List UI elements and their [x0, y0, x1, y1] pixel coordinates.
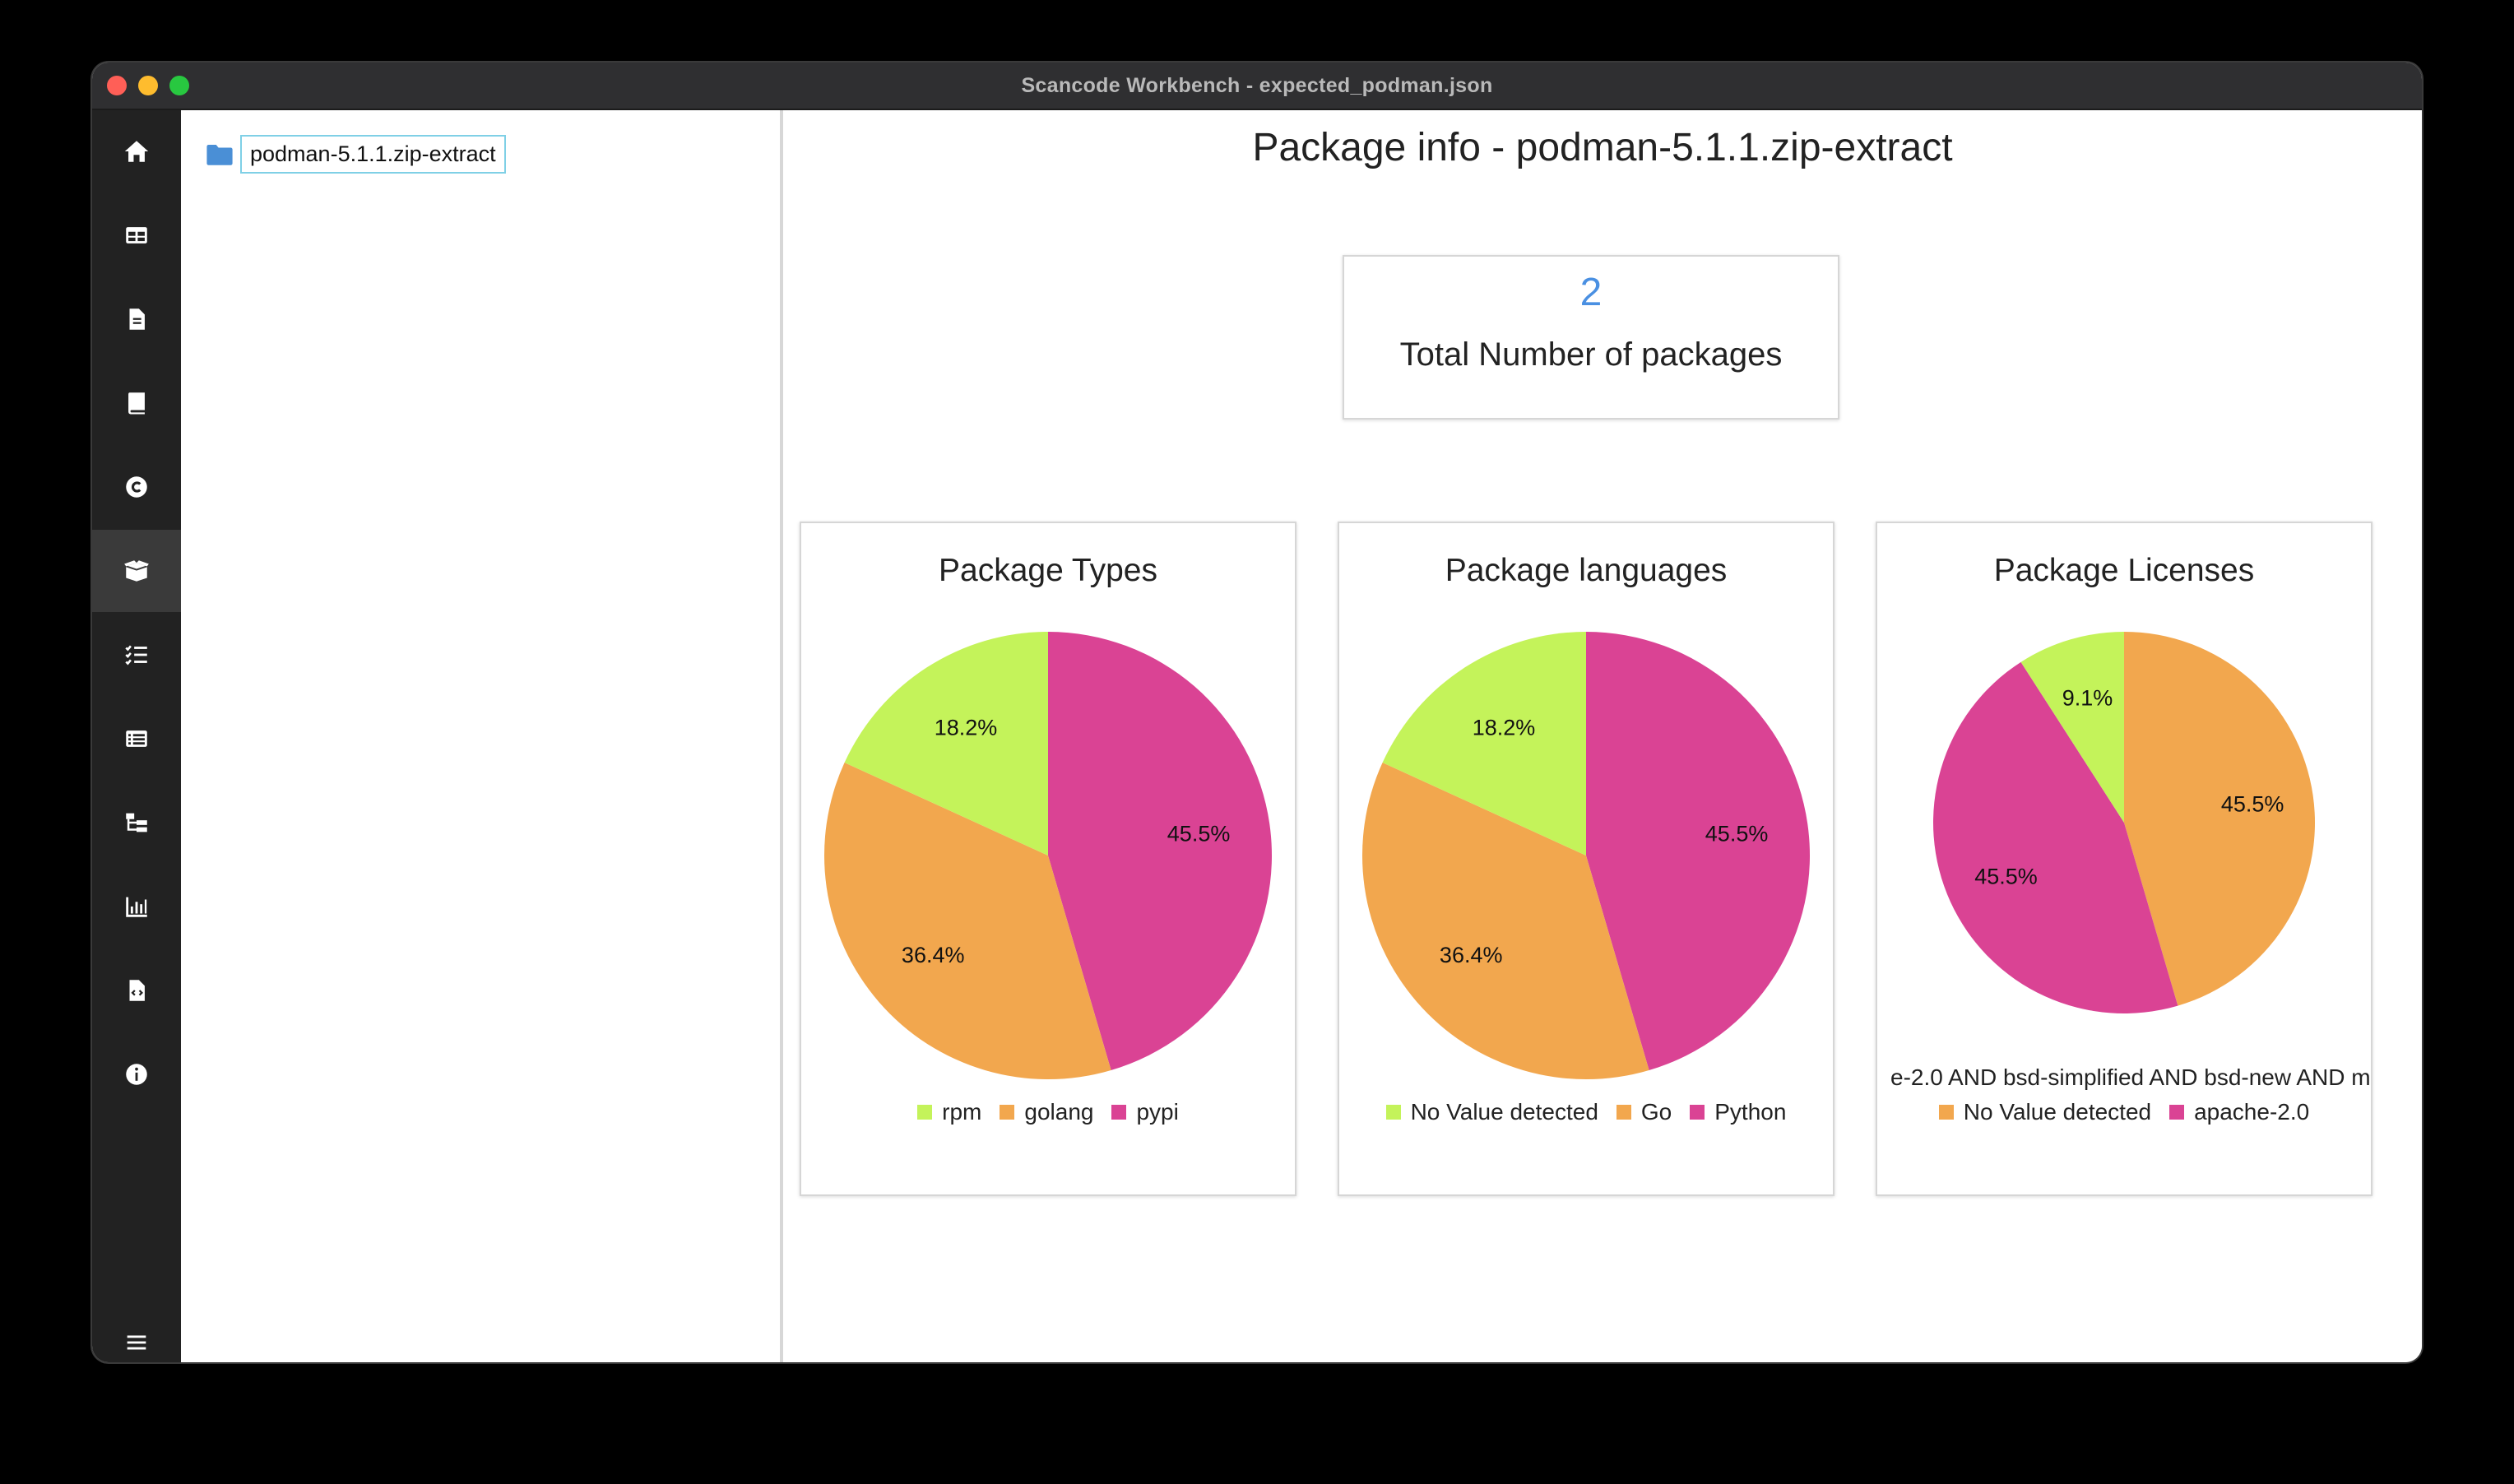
legend-item-golang[interactable]: golang [1000, 1099, 1093, 1125]
sidebar [92, 110, 181, 1362]
main-content: Package info - podman-5.1.1.zip-extract … [783, 110, 2422, 1362]
package-licenses-card: Package Licenses 45.5% 45.5% 9.1% e-2.0 AN… [1876, 522, 2373, 1196]
legend-swatch [1385, 1105, 1401, 1120]
total-packages-card: 2 Total Number of packages [1343, 255, 1839, 420]
total-packages-value: 2 [1579, 271, 1603, 314]
legend-item-no-value-detected[interactable]: No Value detected [1385, 1099, 1598, 1125]
legend-label: pypi [1136, 1099, 1179, 1125]
sidebar-menu-toggle[interactable] [92, 1301, 181, 1362]
legend-item-go[interactable]: Go [1616, 1099, 1672, 1125]
sidebar-item-file-info[interactable] [92, 278, 181, 360]
chart-legend: No Value detected Go Python [1339, 1099, 1833, 1125]
pie-slice-label: 45.5% [1974, 865, 2038, 889]
app-window: Scancode Workbench - expected_podman.jso… [92, 63, 2422, 1362]
legend-label: No Value detected [1963, 1099, 2152, 1125]
sidebar-item-copyright-info[interactable] [92, 446, 181, 528]
chart-legend: No Value detected apache-2.0 [1877, 1099, 2371, 1125]
tree-icon [126, 813, 147, 832]
total-packages-label: Total Number of packages [1399, 336, 1783, 373]
minimize-window-button[interactable] [138, 76, 158, 95]
legend-item-pypi[interactable]: pypi [1111, 1099, 1179, 1125]
package-types-pie: 45.5% 36.4% 18.2% [823, 632, 1272, 1079]
file-code-icon [129, 980, 145, 1001]
legend-overflow-entry[interactable]: e-2.0 AND bsd-simplified AND bsd-new AND… [1890, 1064, 2371, 1091]
sidebar-item-checklist[interactable] [92, 614, 181, 696]
file-tree-panel: podman-5.1.1.zip-extract [181, 110, 783, 1362]
package-types-card: Package Types 45.5% 36.4% 18.2% rpm golang p… [800, 522, 1296, 1196]
tree-node-label[interactable]: podman-5.1.1.zip-extract [240, 135, 506, 174]
package-icon [124, 560, 149, 582]
legend-label: rpm [942, 1099, 982, 1125]
sidebar-item-tree-view[interactable] [92, 781, 181, 864]
info-icon [126, 1064, 147, 1085]
home-icon [124, 141, 149, 162]
legend-item-apache-2-0[interactable]: apache-2.0 [2169, 1099, 2309, 1125]
file-icon [129, 308, 145, 330]
sidebar-item-chart-summary[interactable] [92, 865, 181, 948]
tree-node-root[interactable]: podman-5.1.1.zip-extract [206, 135, 506, 174]
legend-swatch [1690, 1105, 1705, 1120]
pie-slice-label: 18.2% [1473, 715, 1536, 740]
legend-item-no-value-detected[interactable]: No Value detected [1938, 1099, 2152, 1125]
title-bar: Scancode Workbench - expected_podman.jso… [92, 63, 2422, 110]
legend-swatch [1938, 1105, 1954, 1120]
package-languages-card: Package languages 45.5% 36.4% 18.2% No Val… [1338, 522, 1834, 1196]
folder-icon [206, 144, 233, 165]
legend-label: Go [1640, 1099, 1672, 1125]
pie-slice-label: 45.5% [1167, 822, 1231, 846]
book-icon [128, 392, 145, 415]
chart-legend: rpm golang pypi [801, 1099, 1295, 1125]
close-window-button[interactable] [107, 76, 127, 95]
legend-label: No Value detected [1410, 1099, 1598, 1125]
menu-icon [127, 1335, 146, 1350]
legend-item-python[interactable]: Python [1690, 1099, 1786, 1125]
copyright-icon [126, 476, 147, 498]
legend-item-rpm[interactable]: rpm [917, 1099, 981, 1125]
legend-label: Python [1714, 1099, 1787, 1125]
checklist-icon [125, 645, 147, 665]
pie-slice-label: 18.2% [935, 715, 998, 740]
package-languages-pie: 45.5% 36.4% 18.2% [1362, 632, 1810, 1079]
pie-slice-label: 36.4% [1440, 943, 1503, 967]
legend-swatch [1000, 1105, 1015, 1120]
list-icon [126, 730, 147, 747]
pie-slice-label: 45.5% [2221, 792, 2284, 817]
pie-slice-label: 9.1% [2062, 686, 2113, 711]
legend-label: apache-2.0 [2194, 1099, 2310, 1125]
page-title: Package info - podman-5.1.1.zip-extract [1252, 126, 1953, 169]
table-icon [126, 227, 147, 243]
pie-slice-label: 45.5% [1705, 822, 1769, 846]
zoom-window-button[interactable] [169, 76, 189, 95]
legend-swatch [2169, 1105, 2185, 1120]
bar-chart-icon [126, 897, 147, 917]
legend-swatch [1616, 1105, 1631, 1120]
sidebar-item-package-info[interactable] [92, 530, 181, 612]
legend-swatch [917, 1105, 933, 1120]
window-title: Scancode Workbench - expected_podman.jso… [1021, 73, 1493, 97]
sidebar-item-table-view[interactable] [92, 194, 181, 276]
sidebar-item-about[interactable] [92, 1033, 181, 1115]
legend-swatch [1111, 1105, 1127, 1120]
pie-slice-label: 36.4% [902, 943, 965, 967]
sidebar-item-license-info[interactable] [92, 362, 181, 444]
sidebar-item-scan-info[interactable] [92, 949, 181, 1032]
sidebar-item-home[interactable] [92, 110, 181, 192]
package-licenses-pie: 45.5% 45.5% 9.1% [1933, 632, 2315, 1013]
legend-label: golang [1024, 1099, 1094, 1125]
sidebar-item-list-view[interactable] [92, 698, 181, 780]
